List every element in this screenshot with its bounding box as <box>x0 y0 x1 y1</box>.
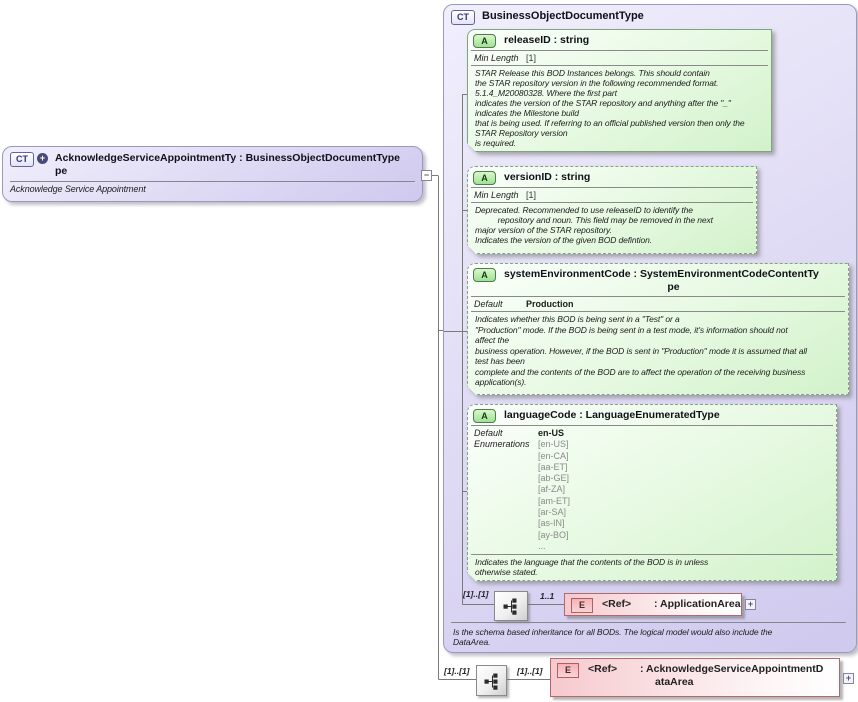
attribute-annotation: Indicates the language that the contents… <box>468 555 836 580</box>
expand-button[interactable]: + <box>843 673 854 684</box>
occurrence-label: [1]..[1] <box>517 666 543 676</box>
occurrence-label: 1..1 <box>540 591 554 601</box>
attribute-node-systemenvironmentcode[interactable]: A systemEnvironmentCode : SystemEnvironm… <box>467 263 849 395</box>
element-ref-dataarea[interactable]: E <Ref> : AcknowledgeServiceAppointmentD… <box>550 658 840 697</box>
left-type-header: CT + AcknowledgeServiceAppointmentTy : B… <box>3 147 422 180</box>
right-type-header: CT BusinessObjectDocumentType <box>444 5 856 27</box>
collapse-button[interactable]: − <box>421 170 432 181</box>
attribute-badge: A <box>473 34 496 48</box>
attribute-node-languagecode[interactable]: A languageCode : LanguageEnumeratedType … <box>467 404 837 581</box>
right-type-title: BusinessObjectDocumentType <box>482 10 644 23</box>
divider <box>451 622 846 623</box>
element-badge: E <box>557 663 579 678</box>
facet-row: Min Length [1] <box>468 188 756 202</box>
sequence-icon[interactable] <box>494 591 528 621</box>
attribute-title: languageCode : LanguageEnumeratedType <box>504 409 720 422</box>
element-type: : ApplicationArea <box>654 598 741 611</box>
attribute-node-versionid[interactable]: A versionID : string Min Length [1] Depr… <box>467 166 757 254</box>
default-value: en-US <box>538 428 570 439</box>
schema-diagram-canvas: CT + AcknowledgeServiceAppointmentTy : B… <box>0 0 858 702</box>
element-ref-applicationarea[interactable]: E <Ref> : ApplicationArea <box>564 593 742 616</box>
complex-type-badge: CT <box>10 152 34 167</box>
element-ref-label: <Ref> <box>602 598 654 611</box>
occurrence-label: [1]..[1] <box>444 666 470 676</box>
expand-button[interactable]: + <box>745 599 756 610</box>
left-type-node[interactable]: CT + AcknowledgeServiceAppointmentTy : B… <box>2 146 423 202</box>
left-type-title: AcknowledgeServiceAppointmentTy : Busine… <box>55 152 400 178</box>
element-ref-label: <Ref> <box>588 663 640 676</box>
right-type-annotation: Is the schema based inheritance for all … <box>446 625 856 650</box>
right-type-node[interactable]: CT BusinessObjectDocumentType A releaseI… <box>443 4 857 653</box>
facet-rows: Default Enumerations en-US [en-US] [en-C… <box>468 426 836 554</box>
attribute-annotation: STAR Release this BOD Instances belongs.… <box>468 66 771 151</box>
attribute-annotation: Deprecated. Recommended to use releaseID… <box>468 203 756 248</box>
occurrence-label: [1]..[1] <box>463 589 489 599</box>
content-indicator-icon: + <box>37 153 48 164</box>
attribute-title: systemEnvironmentCode : SystemEnvironmen… <box>504 268 843 294</box>
attribute-badge: A <box>473 409 496 423</box>
facet-row: Min Length [1] <box>468 51 771 65</box>
enumeration-values: [en-US] [en-CA] [aa-ET] [ab-GE] [af-ZA] … <box>538 439 570 552</box>
element-badge: E <box>571 598 593 613</box>
element-type: : AcknowledgeServiceAppointmentD ataArea <box>640 663 823 689</box>
attribute-annotation: Indicates whether this BOD is being sent… <box>468 312 848 391</box>
attribute-badge: A <box>473 171 496 185</box>
attribute-node-releaseid[interactable]: A releaseID : string Min Length [1] STAR… <box>467 29 772 152</box>
sequence-icon[interactable] <box>476 665 507 696</box>
attribute-title: releaseID : string <box>504 34 589 47</box>
complex-type-badge: CT <box>451 10 475 25</box>
facet-row: Default Production <box>468 297 848 311</box>
attribute-badge: A <box>473 268 496 282</box>
left-type-annotation: Acknowledge Service Appointment <box>3 182 422 198</box>
attribute-title: versionID : string <box>504 171 590 184</box>
